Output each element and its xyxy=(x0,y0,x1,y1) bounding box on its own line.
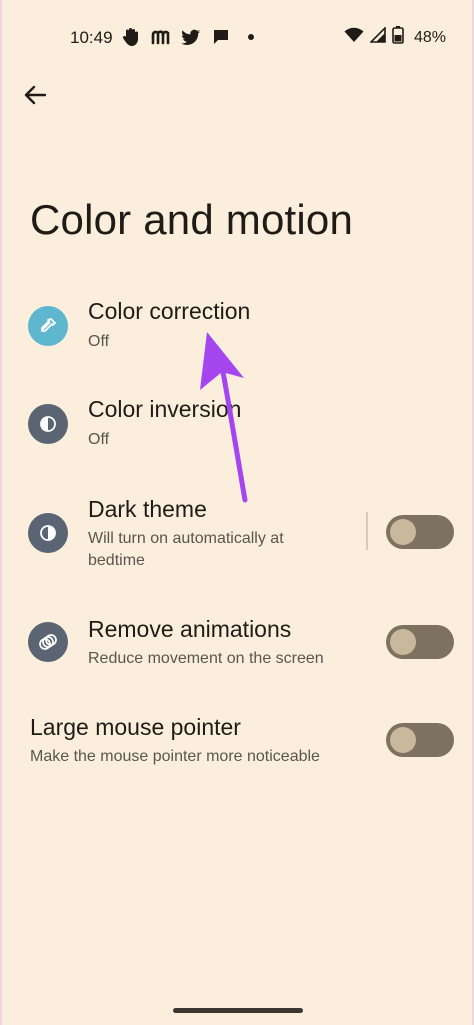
row-title: Color correction xyxy=(88,298,251,324)
row-subtitle: Will turn on automatically at bedtime xyxy=(88,530,284,569)
dark-theme-toggle[interactable] xyxy=(386,515,454,549)
dark-theme-icon xyxy=(28,513,68,553)
animation-icon xyxy=(28,622,68,662)
system-status-icons: 48% xyxy=(344,26,446,49)
status-bar: 10:49 48% xyxy=(0,22,474,52)
notification-icons xyxy=(120,26,262,48)
remove-animations-toggle[interactable] xyxy=(386,625,454,659)
row-title: Large mouse pointer xyxy=(30,714,241,740)
page-title: Color and motion xyxy=(30,196,354,243)
m-app-icon xyxy=(150,26,172,48)
wifi-icon xyxy=(344,27,364,48)
navigation-handle[interactable] xyxy=(173,1008,303,1013)
more-notifications-dot-icon xyxy=(240,26,262,48)
row-subtitle: Off xyxy=(88,431,110,448)
toggle-knob xyxy=(390,519,416,545)
twitter-icon xyxy=(180,26,202,48)
toggle-knob xyxy=(390,629,416,655)
message-icon xyxy=(210,26,232,48)
color-correction-row[interactable]: Color correction Off xyxy=(0,292,474,372)
row-subtitle: Off xyxy=(88,333,110,350)
back-button[interactable] xyxy=(16,76,54,114)
status-time: 10:49 xyxy=(70,28,113,47)
row-title: Dark theme xyxy=(88,496,207,522)
eyedropper-icon xyxy=(28,306,68,346)
hand-notification-icon xyxy=(120,26,142,48)
toggle-knob xyxy=(390,727,416,753)
remove-animations-row[interactable]: Remove animations Reduce movement on the… xyxy=(0,610,474,690)
inversion-icon xyxy=(28,404,68,444)
battery-icon xyxy=(392,26,404,49)
row-subtitle: Make the mouse pointer more noticeable xyxy=(30,748,320,765)
row-title: Remove animations xyxy=(88,616,292,642)
row-subtitle: Reduce movement on the screen xyxy=(88,650,324,667)
row-divider xyxy=(366,512,368,550)
large-mouse-pointer-toggle[interactable] xyxy=(386,723,454,757)
battery-percentage: 48% xyxy=(414,28,447,46)
cellular-signal-icon xyxy=(369,26,386,48)
row-title: Color inversion xyxy=(88,396,242,422)
dark-theme-row[interactable]: Dark theme Will turn on automatically at… xyxy=(0,490,474,580)
back-arrow-icon xyxy=(24,85,46,105)
large-mouse-pointer-row[interactable]: Large mouse pointer Make the mouse point… xyxy=(0,708,474,788)
color-inversion-row[interactable]: Color inversion Off xyxy=(0,390,474,470)
